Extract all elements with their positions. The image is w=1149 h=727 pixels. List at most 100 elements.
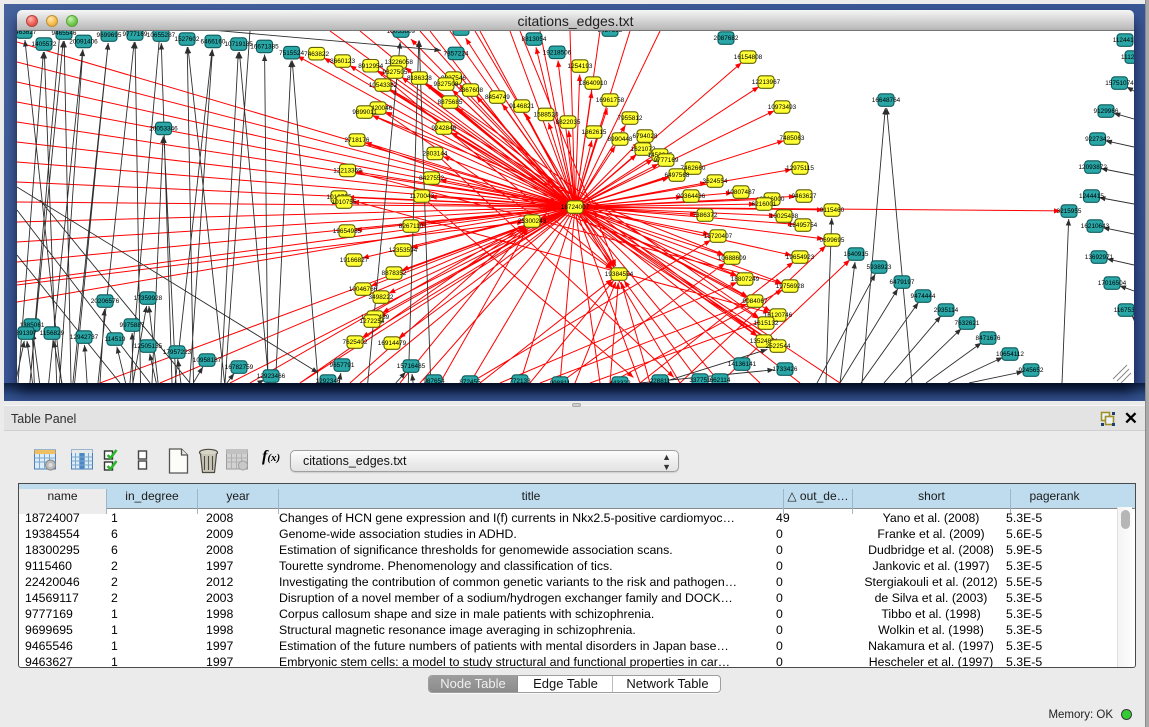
svg-text:6466160: 6466160 [201,39,226,46]
svg-text:8454749: 8454749 [485,94,510,101]
svg-text:20091406: 20091406 [69,39,98,46]
svg-text:1292346: 1292346 [316,378,341,383]
svg-text:9146821: 9146821 [509,103,534,110]
svg-text:10958187: 10958187 [193,357,222,364]
svg-text:8912954: 8912954 [358,63,383,70]
svg-text:12923466: 12923466 [257,373,286,380]
svg-text:8990448: 8990448 [608,136,633,143]
svg-text:18724007: 18724007 [561,204,590,211]
svg-text:8471676: 8471676 [976,335,1001,342]
svg-text:19756928: 19756928 [776,283,805,290]
svg-text:20053346: 20053346 [149,126,178,133]
svg-text:3215955: 3215955 [1057,208,1082,215]
svg-text:1272254: 1272254 [360,318,385,325]
svg-text:12942737: 12942737 [70,334,99,341]
svg-text:9657791: 9657791 [330,362,355,369]
svg-text:114519: 114519 [105,336,126,343]
svg-text:8267110: 8267110 [399,223,424,230]
svg-text:15751074: 15751074 [1105,80,1134,87]
svg-text:16154808: 16154808 [734,54,763,61]
svg-text:15720407: 15720407 [704,233,733,240]
svg-text:998811: 998811 [550,380,571,383]
svg-text:9899011: 9899011 [352,109,377,116]
svg-text:8427552: 8427552 [598,31,623,34]
svg-text:16914479: 16914479 [378,340,407,347]
svg-text:7357224: 7357224 [444,51,469,58]
svg-text:10655287: 10655287 [147,32,176,39]
svg-text:15716485: 15716485 [397,363,426,370]
svg-text:1156829: 1156829 [40,330,65,337]
svg-text:7386372: 7386372 [693,212,718,219]
svg-text:18495754: 18495754 [789,222,818,229]
svg-text:6216001: 6216001 [752,201,777,208]
svg-text:10654112: 10654112 [996,351,1024,358]
svg-text:20206576: 20206576 [91,298,120,305]
svg-text:9327505: 9327505 [383,69,408,76]
svg-text:1588520: 1588520 [534,112,559,119]
svg-text:1733426: 1733426 [773,366,798,373]
svg-text:10807487: 10807487 [727,189,756,196]
svg-text:1170043: 1170043 [410,193,435,200]
svg-text:1010755: 1010755 [332,199,357,206]
svg-text:3498222: 3498222 [369,294,394,301]
svg-text:9115460: 9115460 [820,207,845,214]
svg-text:772133: 772133 [509,378,531,383]
svg-text:0699695: 0699695 [820,237,845,244]
svg-text:2935114: 2935114 [934,307,959,314]
svg-text:2803144: 2803144 [423,151,448,158]
svg-text:10688609: 10688609 [718,255,747,262]
svg-text:987654: 987654 [423,378,445,383]
svg-text:17016504: 17016504 [1098,280,1127,287]
svg-text:9084067: 9084067 [743,298,768,305]
svg-text:10719185: 10719185 [224,41,253,48]
svg-text:14136141: 14136141 [728,361,757,368]
svg-text:12213369: 12213369 [333,168,362,175]
svg-text:9227342: 9227342 [1085,136,1110,143]
svg-text:1112753: 1112753 [1121,54,1134,61]
svg-text:8660123: 8660123 [330,58,355,65]
svg-text:9115460: 9115460 [449,31,474,33]
svg-text:9777169: 9777169 [654,157,679,164]
svg-text:1405572: 1405572 [32,41,57,48]
svg-text:337751: 337751 [689,377,711,383]
svg-text:7515524: 7515524 [279,50,304,57]
svg-text:16210643: 16210643 [1081,223,1110,230]
svg-text:9129966: 9129966 [1094,108,1119,115]
svg-text:12353594: 12353594 [389,247,418,254]
svg-text:8427552: 8427552 [419,175,444,182]
svg-text:16782759: 16782759 [225,364,254,371]
svg-text:391397: 391397 [17,330,37,337]
svg-text:6479197: 6479197 [890,279,915,286]
svg-text:12505135: 12505135 [134,343,163,350]
svg-text:228811: 228811 [650,378,671,383]
svg-text:19166827: 19166827 [340,257,369,264]
svg-text:20364436: 20364436 [677,193,706,200]
svg-text:9777169: 9777169 [123,31,148,38]
svg-text:7485063: 7485063 [780,135,805,142]
svg-text:10973493: 10973493 [768,104,797,111]
svg-text:19218506: 19218506 [543,50,572,57]
svg-text:662114: 662114 [710,377,731,383]
svg-text:10025438: 10025438 [770,213,799,220]
svg-text:16961758: 16961758 [596,97,625,104]
svg-text:8875685: 8875685 [438,99,463,106]
svg-text:8813054: 8813054 [522,36,547,43]
svg-text:9465546: 9465546 [52,31,77,37]
svg-text:2367608: 2367608 [458,87,483,94]
svg-text:13692971: 13692971 [1085,254,1114,261]
svg-text:10543382: 10543382 [369,82,398,89]
svg-text:1615132: 1615132 [754,320,779,327]
svg-text:12213967: 12213967 [752,79,781,86]
svg-text:1124415: 1124415 [1113,37,1134,44]
svg-text:2718176: 2718176 [345,137,370,144]
svg-text:1527602: 1527602 [175,36,200,43]
svg-text:25300243: 25300243 [518,218,547,225]
svg-text:17957223: 17957223 [163,349,192,356]
svg-text:8878352: 8878352 [382,270,407,277]
svg-text:7632621: 7632621 [955,320,980,327]
svg-text:872455: 872455 [459,379,481,383]
svg-text:1254193: 1254193 [568,63,593,70]
svg-text:1244415: 1244415 [1079,193,1104,200]
svg-text:2522544: 2522544 [766,343,791,350]
svg-text:5938923: 5938923 [867,264,892,271]
